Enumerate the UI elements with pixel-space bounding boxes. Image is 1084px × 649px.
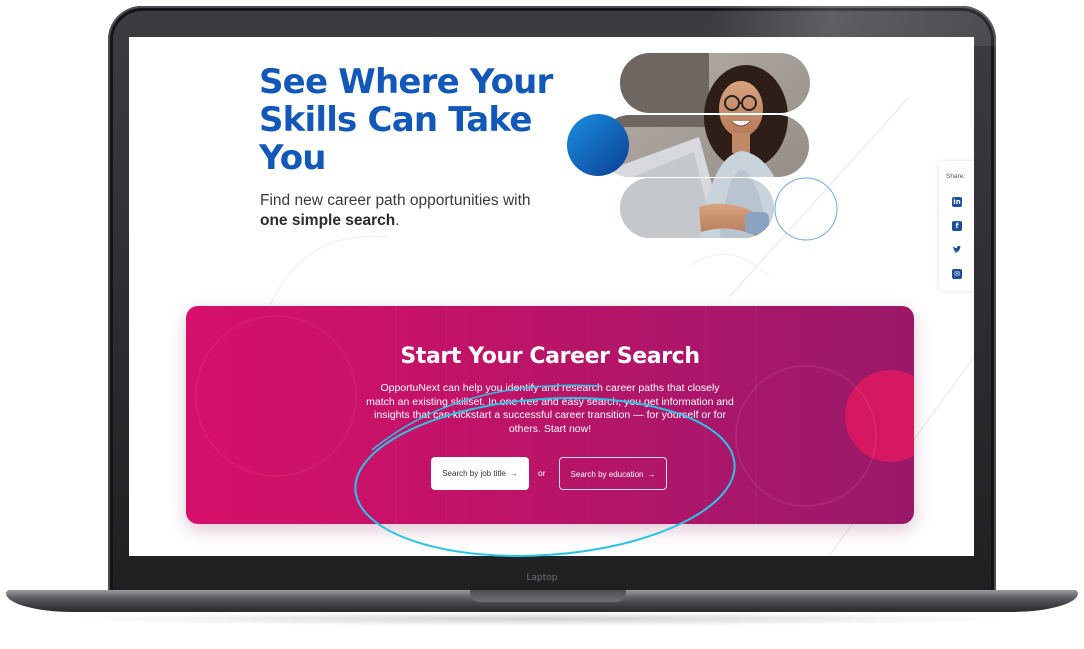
hero-subtitle-suffix: . <box>395 212 400 229</box>
laptop-label: Laptop <box>526 573 558 583</box>
email-icon[interactable]: ✉ <box>952 269 962 279</box>
screen: See Where Your Skills Can Take You Find … <box>129 37 974 556</box>
hero-title: See Where Your Skills Can Take You <box>259 62 553 178</box>
arrow-right-icon: → <box>509 469 518 478</box>
twitter-bird-glyph <box>953 245 962 253</box>
laptop-shadow <box>60 612 1024 626</box>
share-widget: Share: in f ✉ <box>939 161 974 291</box>
twitter-icon[interactable] <box>952 245 962 255</box>
career-search-card: Start Your Career Search OpportuNext can… <box>186 306 914 524</box>
search-by-job-title-label: Search by job title <box>442 469 506 478</box>
search-by-education-button[interactable]: Search by education → <box>559 457 667 490</box>
hero-subtitle-emphasis: one simple search <box>260 212 396 229</box>
search-by-education-label: Search by education <box>570 470 644 479</box>
laptop-base-notch <box>470 590 626 602</box>
hero-subtitle: Find new career path opportunities with … <box>260 191 560 231</box>
or-separator: or <box>538 468 546 478</box>
hero-subtitle-prefix: Find new career path opportunities with <box>260 192 531 209</box>
share-label: Share: <box>946 173 966 180</box>
search-by-job-title-button[interactable]: Search by job title → <box>431 457 529 490</box>
arrow-right-icon: → <box>647 470 656 479</box>
linkedin-icon[interactable]: in <box>952 197 962 207</box>
facebook-icon[interactable]: f <box>952 221 962 231</box>
career-search-title: Start Your Career Search <box>400 344 700 369</box>
hero-photo <box>567 53 838 241</box>
career-search-description: OpportuNext can help you identify and re… <box>366 382 734 435</box>
